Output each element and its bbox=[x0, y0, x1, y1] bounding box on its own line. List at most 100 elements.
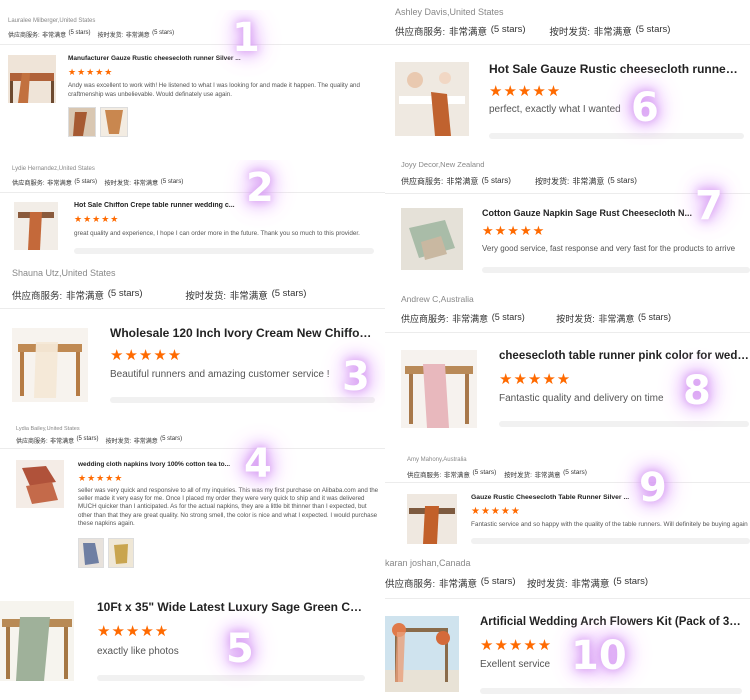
product-title[interactable]: Hot Sale Chiffon Crepe table runner wedd… bbox=[74, 202, 242, 209]
product-title[interactable]: Wholesale 120 Inch Ivory Cream New Chiff… bbox=[110, 326, 372, 340]
review-comment: Very good service, fast response and ver… bbox=[482, 244, 736, 253]
on-time-shipping-label: 按时发货: bbox=[556, 314, 595, 324]
annotation-number: 7 bbox=[695, 183, 723, 229]
reviewer-name: Ashley Davis,United States bbox=[395, 7, 504, 17]
on-time-shipping-label: 按时发货: bbox=[105, 439, 132, 445]
rating-line: 供应商服务: 非常满意 (5 stars) 按时发货: 非常满意 (5 star… bbox=[407, 469, 587, 479]
on-time-shipping-stars: (5 stars) bbox=[160, 178, 184, 185]
review-photo[interactable] bbox=[100, 107, 128, 137]
supplier-service-label: 供应商服务: bbox=[12, 180, 45, 187]
on-time-shipping-value: 非常满意 bbox=[133, 439, 158, 445]
product-thumbnail[interactable] bbox=[14, 202, 58, 250]
supplier-service-label: 供应商服务: bbox=[401, 314, 449, 324]
divider bbox=[385, 482, 750, 483]
product-thumbnail[interactable] bbox=[401, 350, 477, 428]
product-thumbnail[interactable] bbox=[12, 328, 88, 402]
rating-line: 供应商服务: 非常满意 (5 stars) 按时发货: 非常满意 (5 star… bbox=[385, 576, 648, 590]
supplier-service-stars: (5 stars) bbox=[74, 178, 98, 185]
product-title[interactable]: Cotton Gauze Napkin Sage Rust Cheeseclot… bbox=[482, 208, 700, 218]
supplier-service-label: 供应商服务: bbox=[385, 579, 436, 590]
product-title[interactable]: Manufacturer Gauze Rustic cheesecloth ru… bbox=[68, 55, 248, 62]
annotation-number: 6 bbox=[631, 85, 659, 131]
divider bbox=[0, 308, 385, 309]
review-photo[interactable] bbox=[68, 107, 96, 137]
product-thumbnail[interactable] bbox=[385, 616, 459, 692]
review-footer-bar bbox=[482, 267, 750, 273]
product-title[interactable]: cheesecloth table runner pink color for … bbox=[499, 350, 749, 362]
supplier-service-label: 供应商服务: bbox=[12, 291, 63, 302]
rating-line: 供应商服务: 非常满意 (5 stars) 按时发货: 非常满意 (5 star… bbox=[8, 30, 174, 39]
product-thumbnail[interactable] bbox=[8, 55, 56, 103]
divider bbox=[385, 598, 750, 599]
divider bbox=[385, 44, 750, 45]
on-time-shipping-stars: (5 stars) bbox=[635, 24, 671, 35]
review-footer-bar bbox=[97, 675, 365, 681]
supplier-service-value: 非常满意 bbox=[452, 314, 489, 324]
product-title[interactable]: Hot Sale Gauze Rustic cheesecloth runner… bbox=[489, 62, 741, 76]
product-thumbnail[interactable] bbox=[395, 62, 469, 136]
product-title[interactable]: Gauze Rustic Cheesecloth Table Runner Si… bbox=[471, 494, 641, 501]
review-footer-bar bbox=[110, 397, 375, 403]
review-footer-bar bbox=[499, 421, 749, 427]
on-time-shipping-stars: (5 stars) bbox=[613, 576, 649, 587]
product-title[interactable]: Artificial Wedding Arch Flowers Kit (Pac… bbox=[480, 616, 742, 628]
rating-line: 供应商服务: 非常满意 (5 stars) 按时发货: 非常满意 (5 star… bbox=[16, 436, 182, 445]
on-time-shipping-value: 非常满意 bbox=[534, 472, 561, 479]
reviewer-name: Joyy Decor,New Zealand bbox=[401, 160, 485, 169]
on-time-shipping-label: 按时发货: bbox=[97, 33, 124, 39]
supplier-service-stars: (5 stars) bbox=[76, 436, 99, 442]
product-thumbnail[interactable] bbox=[407, 494, 457, 544]
on-time-shipping-label: 按时发货: bbox=[104, 180, 131, 187]
rating-stars: ★★★★★ bbox=[97, 623, 170, 640]
review-comment: Andy was excellent to work with! He list… bbox=[68, 82, 360, 98]
product-thumbnail[interactable] bbox=[401, 208, 463, 270]
supplier-service-stars: (5 stars) bbox=[481, 176, 511, 185]
on-time-shipping-stars: (5 stars) bbox=[563, 469, 587, 476]
rating-line: 供应商服务: 非常满意 (5 stars) 按时发货: 非常满意 (5 star… bbox=[12, 178, 183, 187]
product-thumbnail[interactable] bbox=[16, 460, 64, 508]
supplier-service-label: 供应商服务: bbox=[395, 27, 446, 38]
rating-stars: ★★★★★ bbox=[78, 473, 124, 483]
divider bbox=[0, 448, 385, 449]
annotation-number: 10 bbox=[571, 633, 627, 679]
review-card-6: Ashley Davis,United States 供应商服务: 非常满意 (… bbox=[385, 0, 750, 145]
on-time-shipping-value: 非常满意 bbox=[598, 314, 635, 324]
table-runner-image bbox=[0, 601, 74, 681]
supplier-service-value: 非常满意 bbox=[438, 579, 477, 590]
rating-stars: ★★★★★ bbox=[482, 223, 546, 238]
review-comment: Fantastic service and so happy with the … bbox=[471, 521, 748, 528]
rating-line: 供应商服务: 非常满意 (5 stars) 按时发货: 非常满意 (5 star… bbox=[401, 312, 671, 325]
supplier-service-stars: (5 stars) bbox=[107, 288, 143, 299]
review-photo[interactable] bbox=[108, 538, 134, 568]
product-title[interactable]: wedding cloth napkins Ivory 100% cotton … bbox=[78, 461, 240, 468]
supplier-service-label: 供应商服务: bbox=[8, 33, 40, 39]
annotation-number: 2 bbox=[246, 165, 274, 211]
review-card-10: karan joshan,Canada 供应商服务: 非常满意 (5 stars… bbox=[385, 552, 750, 700]
review-card-9: Amy Mahony,Australia 供应商服务: 非常满意 (5 star… bbox=[385, 450, 750, 550]
on-time-shipping-stars: (5 stars) bbox=[607, 176, 637, 185]
annotation-number: 8 bbox=[683, 368, 711, 414]
review-card-4: Lydia Bailey,United States 供应商服务: 非常满意 (… bbox=[0, 420, 385, 595]
supplier-service-label: 供应商服务: bbox=[407, 472, 442, 479]
rating-line: 供应商服务: 非常满意 (5 stars) 按时发货: 非常满意 (5 star… bbox=[395, 24, 670, 38]
rating-stars: ★★★★★ bbox=[499, 371, 572, 388]
divider bbox=[385, 332, 750, 333]
on-time-shipping-label: 按时发货: bbox=[504, 472, 532, 479]
product-thumbnail[interactable] bbox=[0, 601, 74, 681]
review-card-5: 10Ft x 35" Wide Latest Luxury Sage Green… bbox=[0, 595, 385, 700]
supplier-service-value: 非常满意 bbox=[47, 180, 72, 187]
table-runner-image bbox=[407, 494, 457, 544]
reviewer-name: Shauna Utz,United States bbox=[12, 268, 116, 278]
wedding-arch-image bbox=[385, 616, 459, 692]
product-title[interactable]: 10Ft x 35" Wide Latest Luxury Sage Green… bbox=[97, 600, 365, 614]
divider bbox=[0, 44, 385, 45]
review-photo[interactable] bbox=[78, 538, 104, 568]
table-runner-image bbox=[14, 202, 58, 250]
reviewer-name: Andrew C,Australia bbox=[401, 294, 474, 304]
annotation-number: 9 bbox=[639, 465, 667, 511]
supplier-service-value: 非常满意 bbox=[446, 177, 479, 186]
review-card-7: Joyy Decor,New Zealand 供应商服务: 非常满意 (5 st… bbox=[385, 150, 750, 280]
review-card-3: Shauna Utz,United States 供应商服务: 非常满意 (5 … bbox=[0, 262, 385, 412]
on-time-shipping-label: 按时发货: bbox=[526, 579, 568, 590]
review-comment: perfect, exactly what I wanted bbox=[489, 104, 621, 115]
